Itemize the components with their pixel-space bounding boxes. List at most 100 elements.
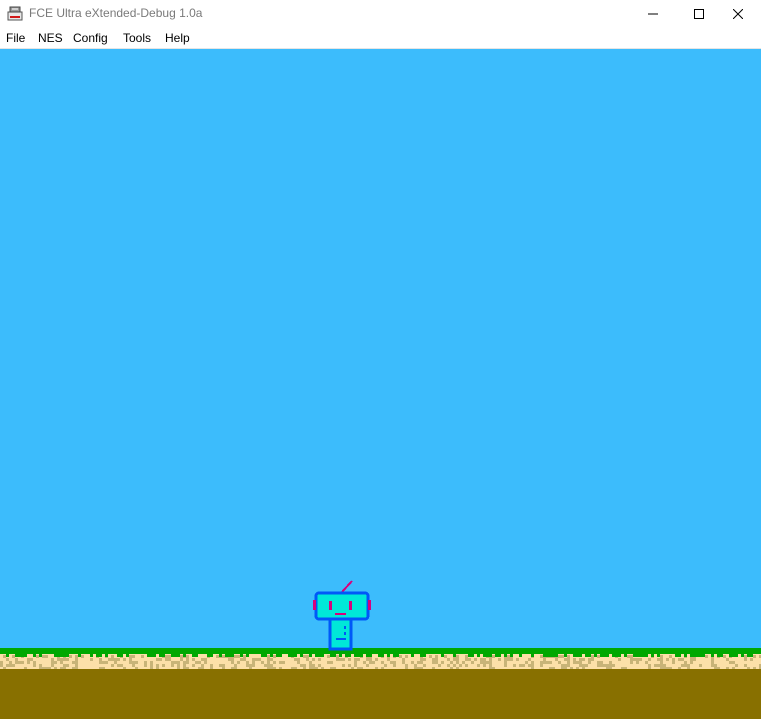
grass-tuft: [552, 654, 555, 657]
sand-speck: [507, 658, 510, 661]
grass-tuft: [750, 654, 753, 657]
sand-speck: [348, 658, 351, 661]
sand-speck: [462, 661, 465, 664]
sand-speck: [405, 664, 408, 667]
minimize-button[interactable]: [630, 0, 676, 28]
sand-speck: [132, 655, 135, 658]
grass-tuft: [711, 654, 714, 657]
robot-body-mark: [336, 638, 346, 640]
sand-speck: [186, 661, 189, 664]
sand-speck: [465, 658, 468, 661]
sand-speck: [381, 661, 384, 664]
menu-file[interactable]: File: [6, 31, 25, 45]
sand-speck: [573, 661, 576, 664]
menu-tools[interactable]: Tools: [123, 31, 151, 45]
sand-speck: [270, 658, 273, 661]
title-bar[interactable]: FCE Ultra eXtended-Debug 1.0a: [0, 0, 761, 28]
menu-bar: File NES Config Tools Help: [0, 28, 761, 49]
sand-speck: [210, 664, 213, 667]
grass-tuft: [717, 654, 720, 657]
sand-speck: [102, 661, 105, 664]
sand-speck: [630, 655, 633, 658]
sand-speck: [528, 658, 531, 661]
sand-speck: [267, 661, 270, 664]
grass-tuft: [504, 654, 507, 657]
sand-speck: [183, 664, 186, 667]
sand-speck: [369, 658, 372, 661]
sand-speck: [183, 661, 186, 664]
grass-tuft: [279, 654, 282, 657]
robot-left-ear: [313, 600, 316, 610]
sand-speck: [75, 661, 78, 664]
grass-tuft: [396, 654, 399, 657]
grass-tuft: [195, 654, 198, 657]
sand-speck: [186, 655, 189, 658]
menu-help[interactable]: Help: [165, 31, 190, 45]
sand-speck: [423, 658, 426, 661]
sand-speck: [354, 664, 357, 667]
menu-nes[interactable]: NES: [38, 31, 63, 45]
grass-tuft: [498, 654, 501, 657]
sand-speck: [666, 658, 669, 661]
sand-speck: [369, 661, 372, 664]
close-button[interactable]: [715, 0, 761, 28]
sand-speck: [711, 658, 714, 661]
sand-speck: [237, 661, 240, 664]
sand-speck: [435, 661, 438, 664]
sand-speck: [162, 664, 165, 667]
sand-speck: [618, 658, 621, 661]
sand-speck: [459, 664, 462, 667]
grass-tuft: [39, 654, 42, 657]
sand-speck: [522, 664, 525, 667]
game-screen[interactable]: [0, 49, 761, 719]
sand-speck: [180, 655, 183, 658]
sand-speck: [573, 658, 576, 661]
sand-speck: [561, 655, 564, 658]
grass-tuft: [603, 654, 606, 657]
sand-speck: [465, 655, 468, 658]
grass-tuft: [642, 654, 645, 657]
sand-speck: [279, 661, 282, 664]
sand-speck: [309, 661, 312, 664]
grass-tuft: [357, 654, 360, 657]
sand-speck: [591, 658, 594, 661]
sand-speck: [711, 664, 714, 667]
sand-speck: [63, 664, 66, 667]
sand-speck: [252, 658, 255, 661]
grass-tuft: [639, 654, 642, 657]
sand-speck: [660, 661, 663, 664]
sand-speck: [114, 661, 117, 664]
sand-speck: [474, 658, 477, 661]
grass-tuft: [348, 654, 351, 657]
grass-tuft: [612, 654, 615, 657]
sand-speck: [132, 664, 135, 667]
sand-speck: [456, 655, 459, 658]
sand-speck: [540, 655, 543, 658]
menu-config[interactable]: Config: [73, 31, 108, 45]
sand-speck: [732, 661, 735, 664]
grass-tuft: [270, 654, 273, 657]
sand-speck: [12, 664, 15, 667]
sand-speck: [690, 658, 693, 661]
sand-speck: [477, 664, 480, 667]
sand-speck: [591, 655, 594, 658]
sand-speck: [165, 658, 168, 661]
grass-tuft: [57, 654, 60, 657]
grass-tuft: [210, 654, 213, 657]
grass-tuft: [483, 654, 486, 657]
nes-console-icon: [7, 6, 23, 21]
sand-speck: [453, 664, 456, 667]
sand-speck: [51, 664, 54, 667]
sand-speck: [438, 664, 441, 667]
grass-tuft: [618, 654, 621, 657]
grass-tuft: [489, 654, 492, 657]
sand-speck: [243, 658, 246, 661]
sand-speck: [660, 655, 663, 658]
grass-strip: [0, 648, 761, 654]
sand-speck: [192, 658, 195, 661]
sand-speck: [699, 664, 702, 667]
sand-speck: [588, 661, 591, 664]
grass-tuft: [177, 654, 180, 657]
grass-tuft: [264, 654, 267, 657]
sand-speck: [579, 664, 582, 667]
